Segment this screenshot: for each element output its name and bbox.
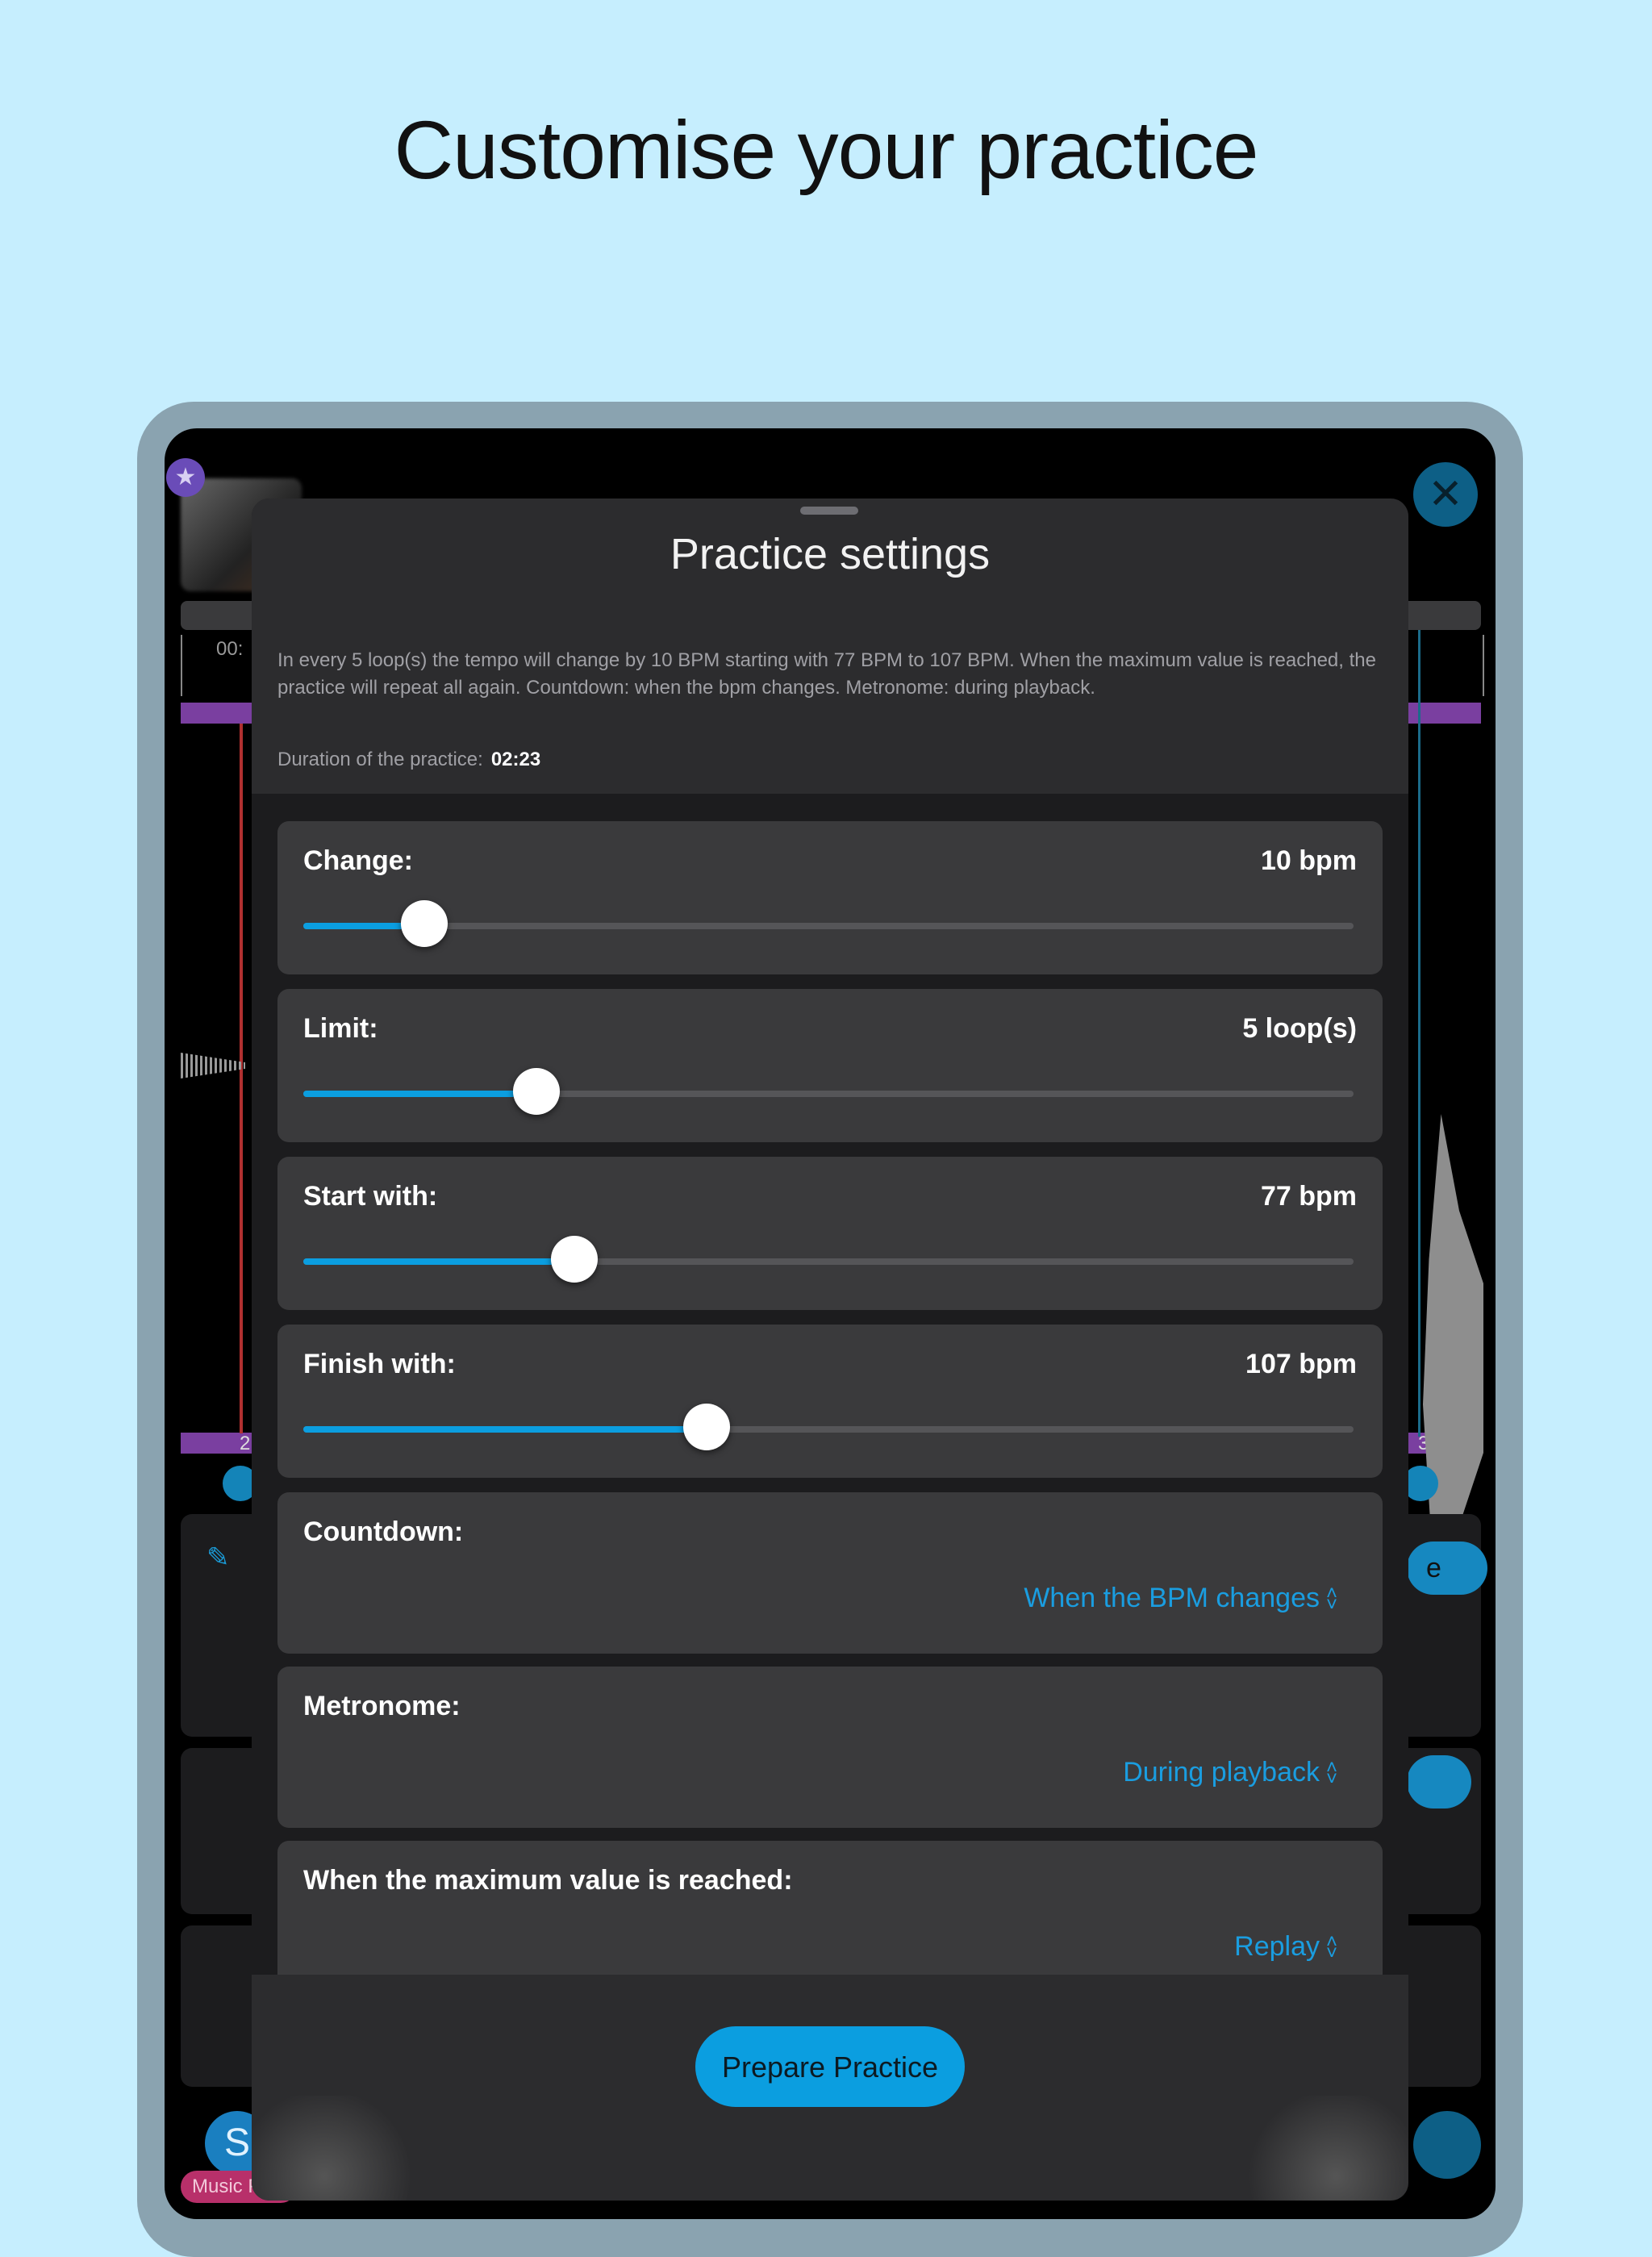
chevron-up-down-icon: ˄ ˅ [1325,1930,1337,1965]
loop-end-line[interactable] [1418,630,1420,1437]
picker-card-countdown: Countdown: When the BPM changes ˄ ˅ [277,1492,1383,1654]
screen: ★ 00: 2 34 ✎ e ✕ S Music Plus Practice s… [165,428,1496,2219]
slider-thumb[interactable] [513,1068,561,1115]
picker-label: Countdown: [303,1516,464,1547]
picker-value: Replay [1234,1931,1320,1962]
limit-slider[interactable] [303,1068,1354,1115]
slider-thumb[interactable] [682,1404,730,1450]
share-icon[interactable] [1413,2111,1481,2179]
slider-thumb[interactable] [550,1236,598,1283]
slider-value: 10 bpm [1260,845,1357,876]
slider-fill [303,1426,707,1433]
background-chevron-button[interactable] [1407,1755,1471,1809]
picker-card-metronome: Metronome: During playback ˄ ˅ [277,1667,1383,1828]
slider-label: Change: [303,845,413,876]
picker-value: When the BPM changes [1024,1583,1320,1613]
slider-label: Start with: [303,1181,438,1212]
practice-settings-sheet: Practice settings In every 5 loop(s) the… [252,499,1408,2201]
chevron-up-down-icon: ˄ ˅ [1325,1756,1337,1791]
close-icon[interactable]: ✕ [1413,462,1478,527]
sheet-header: Practice settings In every 5 loop(s) the… [252,499,1408,794]
sheet-title: Practice settings [670,530,991,578]
slider-card-finish: Finish with: 107 bpm [277,1325,1383,1478]
max-reached-picker[interactable]: Replay ˄ ˅ [1234,1931,1337,1963]
background-pill-button[interactable]: e [1407,1542,1487,1595]
practice-duration: Duration of the practice: 02:23 [277,749,540,771]
duration-value: 02:23 [490,749,541,770]
duration-label: Duration of the practice: [277,749,483,770]
slider-card-change: Change: 10 bpm [277,821,1383,974]
slider-fill [303,1258,574,1265]
slider-thumb[interactable] [400,900,448,947]
prepare-practice-button[interactable]: Prepare Practice [695,2026,965,2107]
change-slider[interactable] [303,900,1354,947]
chevron-up-down-icon: ˄ ˅ [1325,1582,1337,1617]
slider-value: 107 bpm [1245,1349,1357,1379]
slider-value: 77 bpm [1260,1181,1357,1212]
sheet-footer: Prepare Practice [252,1975,1408,2201]
loop-start-line[interactable] [240,724,243,1433]
picker-label: Metronome: [303,1691,461,1721]
countdown-picker[interactable]: When the BPM changes ˄ ˅ [1024,1582,1337,1617]
waveform-left [181,1053,245,1078]
finish-with-slider[interactable] [303,1404,1354,1450]
marker-number-left: 2 [240,1433,251,1454]
practice-description: In every 5 loop(s) the tempo will change… [277,649,1376,699]
slider-value: 5 loop(s) [1242,1013,1357,1044]
metronome-picker[interactable]: During playback ˄ ˅ [1123,1756,1337,1791]
slider-card-start: Start with: 77 bpm [277,1157,1383,1310]
picker-label: When the maximum value is reached: [303,1865,793,1896]
pencil-icon[interactable]: ✎ [206,1542,230,1574]
start-with-slider[interactable] [303,1236,1354,1283]
star-icon: ★ [166,458,205,497]
picker-value: During playback [1123,1757,1320,1788]
slider-fill [303,1091,537,1097]
headline: Customise your practice [394,104,1258,196]
slider-card-limit: Limit: 5 loop(s) [277,989,1383,1142]
sheet-grabber[interactable] [800,507,858,515]
slider-label: Finish with: [303,1349,456,1379]
slider-label: Limit: [303,1013,378,1044]
ruler-time-label: 00: [216,638,244,660]
